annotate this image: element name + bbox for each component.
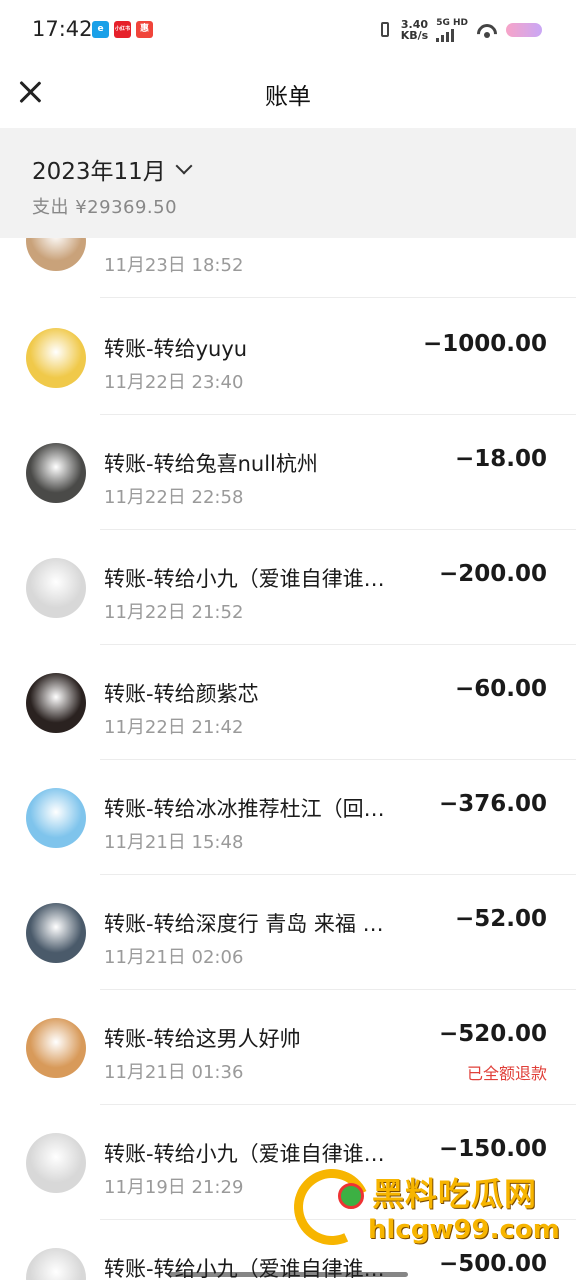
transaction-time: 11月23日 18:52: [104, 255, 244, 276]
transaction-name: 转账-转给这男人好帅: [104, 1027, 301, 1051]
signal-icon: [436, 28, 468, 42]
transaction-amount: −150.00: [438, 1136, 547, 1162]
avatar: [26, 1018, 86, 1078]
transaction-row[interactable]: 转账-转给颜紫芯 11月22日 21:42 −60.00: [0, 645, 576, 760]
transaction-amount: −18.00: [454, 446, 547, 472]
transaction-time: 11月21日 01:36: [104, 1062, 244, 1083]
transaction-name: 转账-转给小九（爱谁自律谁…: [104, 567, 385, 591]
transaction-time: 11月22日 22:58: [104, 487, 244, 508]
transaction-amount: −376.00: [438, 791, 547, 817]
status-time: 17:42: [32, 17, 93, 41]
watermark-logo: 黑料吃瓜网 hlcgw99.com: [283, 1158, 576, 1280]
transaction-amount: −52.00: [454, 906, 547, 932]
battery-icon: [506, 23, 542, 37]
avatar: [26, 443, 86, 503]
avatar: [26, 238, 86, 271]
row-divider: [100, 297, 576, 298]
status-app-icons: e 小红书 惠: [92, 21, 153, 38]
app-icon-orange: 惠: [136, 21, 153, 38]
transaction-name: 转账-转给冰冰推荐杜江（回…: [104, 797, 385, 821]
nav-bar: 账单: [0, 60, 576, 128]
transaction-row[interactable]: 11月23日 18:52: [0, 238, 576, 298]
status-indicators: 3.40 KB/s 5G HD: [377, 18, 542, 42]
month-summary: 2023年11月 支出 ¥29369.50: [0, 128, 576, 238]
transaction-time: 11月19日 21:29: [104, 1177, 244, 1198]
page-title: 账单: [265, 84, 311, 110]
transaction-time: 11月22日 23:40: [104, 372, 244, 393]
transaction-amount: −60.00: [454, 676, 547, 702]
chevron-down-icon: [175, 157, 193, 175]
avatar: [26, 328, 86, 388]
transaction-time: 11月22日 21:42: [104, 717, 244, 738]
transaction-name: 转账-转给深度行 青岛 来福 …: [104, 912, 384, 936]
watermark-c-icon: [283, 1158, 381, 1256]
transaction-row[interactable]: 转账-转给深度行 青岛 来福 … 11月21日 02:06 −52.00: [0, 875, 576, 990]
avatar: [26, 788, 86, 848]
transaction-name: 转账-转给颜紫芯: [104, 682, 259, 706]
avatar: [26, 1248, 86, 1280]
transaction-amount: −520.00: [438, 1021, 547, 1047]
home-indicator[interactable]: [168, 1272, 408, 1277]
watermark-text: 黑料吃瓜网: [372, 1175, 538, 1213]
avatar: [26, 673, 86, 733]
transaction-row[interactable]: 转账-转给yuyu 11月22日 23:40 −1000.00: [0, 300, 576, 415]
vibrate-icon: [377, 21, 393, 39]
avatar: [26, 1133, 86, 1193]
refund-status: 已全额退款: [466, 1064, 547, 1083]
app-icon-red: 小红书: [114, 21, 131, 38]
watermark-url: hlcgw99.com: [368, 1215, 560, 1245]
transaction-name: 转账-转给yuyu: [104, 337, 248, 361]
transaction-row[interactable]: 转账-转给小九（爱谁自律谁… 11月22日 21:52 −200.00: [0, 530, 576, 645]
month-label: 2023年11月: [32, 159, 166, 185]
network-speed: 3.40 KB/s: [401, 19, 428, 41]
watermelon-icon: [338, 1183, 364, 1209]
total-expense: 支出 ¥29369.50: [32, 197, 178, 218]
wifi-icon: [476, 22, 498, 38]
avatar: [26, 903, 86, 963]
transaction-time: 11月21日 02:06: [104, 947, 244, 968]
transaction-list[interactable]: 11月23日 18:52 转账-转给yuyu 11月22日 23:40 −1000.0…: [0, 238, 576, 1280]
network-speed-unit: KB/s: [400, 29, 429, 42]
network-type: 5G HD: [436, 18, 468, 28]
transaction-row[interactable]: 转账-转给这男人好帅 11月21日 01:36 −520.00 已全额退款: [0, 990, 576, 1105]
avatar: [26, 558, 86, 618]
transaction-row[interactable]: 转账-转给兔喜null杭州 11月22日 22:58 −18.00: [0, 415, 576, 530]
status-bar: 17:42 e 小红书 惠 3.40 KB/s 5G HD: [0, 0, 576, 60]
transaction-name: 转账-转给兔喜null杭州: [104, 452, 318, 476]
transaction-time: 11月22日 21:52: [104, 602, 244, 623]
transaction-amount: −1000.00: [422, 331, 547, 357]
transaction-row[interactable]: 转账-转给冰冰推荐杜江（回… 11月21日 15:48 −376.00: [0, 760, 576, 875]
month-selector[interactable]: 2023年11月: [32, 152, 193, 186]
app-icon-blue: e: [92, 21, 109, 38]
signal-group: 5G HD: [436, 18, 468, 42]
transaction-time: 11月21日 15:48: [104, 832, 244, 853]
transaction-amount: −200.00: [438, 561, 547, 587]
